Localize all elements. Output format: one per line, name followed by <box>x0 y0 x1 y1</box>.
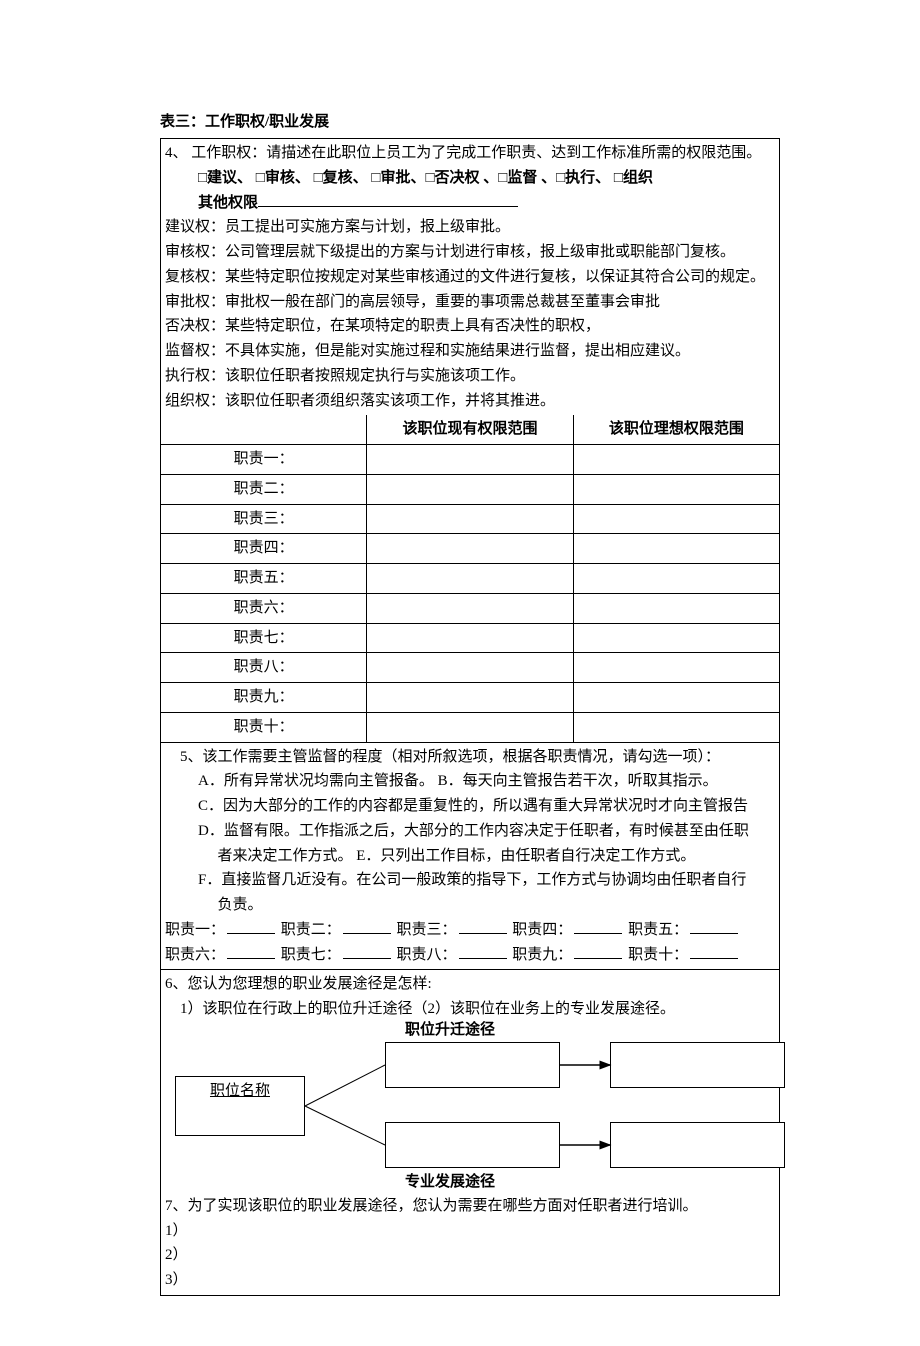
opt-ab: A．所有异常状况均需向主管报备。 B．每天向主管报告若干次，听取其指示。 <box>165 769 775 794</box>
cell-current[interactable] <box>367 564 573 594</box>
table-row: 职责三： <box>161 504 780 534</box>
section4-heading: 4、 工作职权：请描述在此职位上员工为了完成工作职责、达到工作标准所需的权限范围… <box>165 141 775 166</box>
table-row: 职责五： <box>161 564 780 594</box>
cell-ideal[interactable] <box>573 653 779 683</box>
section7-heading: 7、为了实现该职位的职业发展途径，您认为需要在哪些方面对任职者进行培训。 <box>165 1194 775 1219</box>
opt-d1: D．监督有限。工作指派之后，大部分的工作内容决定于任职者，有时候甚至由任职 <box>165 819 775 844</box>
grid-corner <box>161 415 367 444</box>
opt-c: C．因为大部分的工作的内容都是重复性的，所以遇有重大异常状况时才向主管报告 <box>165 794 775 819</box>
opt-f1: F．直接监督几近没有。在公司一般政策的指导下，工作方式与协调均由任职者自行 <box>165 868 775 893</box>
cell-current[interactable] <box>367 593 573 623</box>
cell-ideal[interactable] <box>573 564 779 594</box>
cell-ideal[interactable] <box>573 623 779 653</box>
def-0: 建议权：员工提出可实施方案与计划，报上级审批。 <box>165 215 775 240</box>
section4-other-label: 其他权限 <box>198 195 258 211</box>
training-1[interactable]: 1） <box>165 1219 775 1244</box>
def-7: 组织权：该职位任职者须组织落实该项工作，并将其推进。 <box>165 389 775 414</box>
def-4: 否决权：某些特定职位，在某项特定的职责上具有否决性的职权， <box>165 314 775 339</box>
diagram-connectors <box>175 1026 795 1186</box>
table-title: 表三：工作职权/职业发展 <box>160 110 780 134</box>
table-row: 职责六： <box>161 593 780 623</box>
opt-f2: 负责。 <box>165 893 775 918</box>
table-row: 职责四： <box>161 534 780 564</box>
section4-checkboxes[interactable]: □建议、 □审核、 □复核、 □审批、□否决权 、□监督 、□执行、 □组织 <box>198 170 653 186</box>
cell-ideal[interactable] <box>573 504 779 534</box>
training-2[interactable]: 2） <box>165 1243 775 1268</box>
def-6: 执行权：该职位任职者按照规定执行与实施该项工作。 <box>165 364 775 389</box>
def-5: 监督权：不具体实施，但是能对实施过程和实施结果进行监督，提出相应建议。 <box>165 339 775 364</box>
cell-ideal[interactable] <box>573 593 779 623</box>
table-row: 职责七： <box>161 623 780 653</box>
def-3: 审批权：审批权一般在部门的高层领导，重要的事项需总裁甚至董事会审批 <box>165 290 775 315</box>
cell-current[interactable] <box>367 534 573 564</box>
cell-current[interactable] <box>367 445 573 475</box>
diagram-bot-label: 专业发展途径 <box>405 1170 495 1195</box>
cell-current[interactable] <box>367 504 573 534</box>
cell-current[interactable] <box>367 683 573 713</box>
cell-ideal[interactable] <box>573 683 779 713</box>
cell-ideal[interactable] <box>573 712 779 742</box>
cell-ideal[interactable] <box>573 445 779 475</box>
duty-line-2: 职责六： 职责七： 职责八： 职责九： 职责十： <box>165 943 775 968</box>
section4-block: 4、 工作职权：请描述在此职位上员工为了完成工作职责、达到工作标准所需的权限范围… <box>161 139 780 416</box>
grid-head-ideal: 该职位理想权限范围 <box>573 415 779 444</box>
table-row: 职责九： <box>161 683 780 713</box>
cell-current[interactable] <box>367 712 573 742</box>
other-perm-blank[interactable] <box>258 191 518 207</box>
section5-block: 5、该工作需要主管监督的程度（相对所叙选项，根据各职责情况，请勾选一项）： A．… <box>161 742 780 970</box>
section6-heading: 6、您认为您理想的职业发展途径是怎样: <box>165 972 775 997</box>
main-table: 4、 工作职权：请描述在此职位上员工为了完成工作职责、达到工作标准所需的权限范围… <box>160 138 780 1296</box>
cell-ideal[interactable] <box>573 534 779 564</box>
grid-head-current: 该职位现有权限范围 <box>367 415 573 444</box>
def-2: 复核权：某些特定职位按规定对某些审核通过的文件进行复核，以保证其符合公司的规定。 <box>165 265 775 290</box>
table-row: 职责十： <box>161 712 780 742</box>
page: 表三：工作职权/职业发展 4、 工作职权：请描述在此职位上员工为了完成工作职责、… <box>70 0 850 1346</box>
training-3[interactable]: 3） <box>165 1268 775 1293</box>
cell-current[interactable] <box>367 474 573 504</box>
opt-d2e: 者来决定工作方式。 E．只列出工作目标，由任职者自行决定工作方式。 <box>165 844 775 869</box>
def-1: 审核权：公司管理层就下级提出的方案与计划进行审核，报上级审批或职能部门复核。 <box>165 240 775 265</box>
table-row: 职责二： <box>161 474 780 504</box>
cell-current[interactable] <box>367 653 573 683</box>
cell-current[interactable] <box>367 623 573 653</box>
table-row: 职责八： <box>161 653 780 683</box>
duty-line-1: 职责一： 职责二： 职责三： 职责四： 职责五： <box>165 918 775 943</box>
cell-ideal[interactable] <box>573 474 779 504</box>
career-diagram: 职位升迁途径 职位名称 <box>175 1026 795 1186</box>
section5-heading: 5、该工作需要主管监督的程度（相对所叙选项，根据各职责情况，请勾选一项）： <box>165 745 775 770</box>
table-row: 职责一： <box>161 445 780 475</box>
section6-7-block: 6、您认为您理想的职业发展途径是怎样: 1）该职位在行政上的职位升迁途径（2）该… <box>161 970 780 1296</box>
